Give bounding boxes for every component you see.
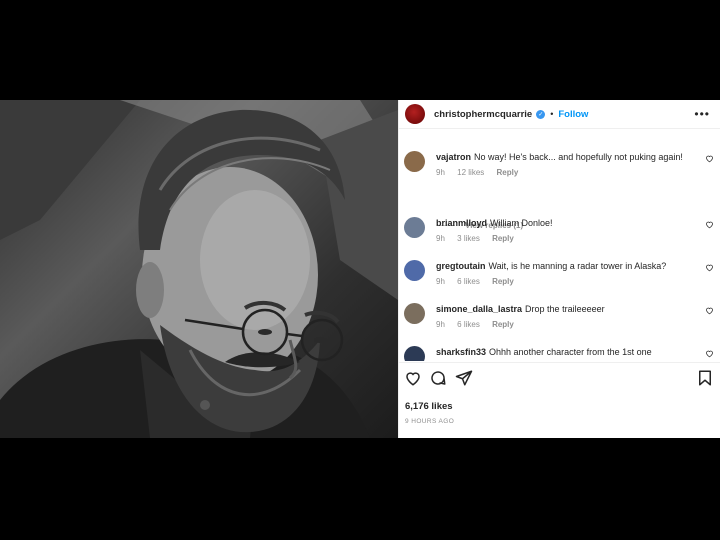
action-bar <box>399 362 720 393</box>
separator-dot: • <box>550 109 554 119</box>
comment-item: sharksfin33 Ohhh another character from t… <box>404 346 714 361</box>
comment-text: Drop the traileeeeer <box>525 304 605 314</box>
heart-icon[interactable] <box>404 369 422 387</box>
author-avatar[interactable] <box>405 104 425 124</box>
author-username[interactable]: christophermcquarrie <box>434 109 532 120</box>
comment-item: gregtoutain Wait, is he manning a radar t… <box>404 260 714 294</box>
reply-button[interactable]: Reply <box>492 320 514 329</box>
comment-item: simone_dalla_lastra Drop the traileeeeer … <box>404 303 714 337</box>
comment-likes[interactable]: 6 likes <box>457 277 480 286</box>
comment-line: simone_dalla_lastra Drop the traileeeeer <box>436 303 692 315</box>
comment-text: Ohhh another character from the 1st one <box>489 347 652 357</box>
likes-count[interactable]: 6,176 likes <box>405 401 453 412</box>
bookmark-icon[interactable] <box>696 369 714 387</box>
comment-age: 9h <box>436 320 445 329</box>
comment-item: brianmlloyd William Donloe! 9h 3 likes Re… <box>404 217 714 251</box>
post-photo[interactable] <box>0 100 398 438</box>
heart-icon[interactable] <box>705 263 714 272</box>
commenter-avatar[interactable] <box>404 260 425 281</box>
verified-badge-icon: ✓ <box>536 109 546 119</box>
post-timestamp: 9 HOURS AGO <box>405 418 455 425</box>
comment-age: 9h <box>436 168 445 177</box>
comment-age: 9h <box>436 277 445 286</box>
heart-icon[interactable] <box>705 220 714 229</box>
heart-icon[interactable] <box>705 349 714 358</box>
comment-username[interactable]: vajatron <box>436 152 471 162</box>
comment-meta: 9h 12 likes Reply <box>436 168 692 177</box>
comment-age: 9h <box>436 234 445 243</box>
heart-icon[interactable] <box>705 154 714 163</box>
paper-plane-icon[interactable] <box>455 369 473 387</box>
comment-line: vajatron No way! He's back... and hopeful… <box>436 151 692 163</box>
comment-likes[interactable]: 12 likes <box>457 168 484 177</box>
commenter-avatar[interactable] <box>404 151 425 172</box>
reply-button[interactable]: Reply <box>492 277 514 286</box>
more-options-icon[interactable]: ••• <box>694 107 710 121</box>
reply-button[interactable]: Reply <box>497 168 519 177</box>
comment-meta: 9h 3 likes Reply <box>436 234 692 243</box>
post-header: christophermcquarrie ✓ • Follow ••• <box>399 100 720 129</box>
reply-button[interactable]: Reply <box>492 234 514 243</box>
comment-line: brianmlloyd William Donloe! <box>436 217 692 229</box>
commenter-avatar[interactable] <box>404 303 425 324</box>
commenter-avatar[interactable] <box>404 346 425 361</box>
comment-line: sharksfin33 Ohhh another character from t… <box>436 346 692 358</box>
comment-username[interactable]: brianmlloyd <box>436 218 487 228</box>
post-sidebar: christophermcquarrie ✓ • Follow ••• vaja… <box>398 100 720 438</box>
comment-text: No way! He's back... and hopefully not p… <box>474 152 683 162</box>
comment-username[interactable]: simone_dalla_lastra <box>436 304 522 314</box>
comment-likes[interactable]: 3 likes <box>457 234 480 243</box>
comment-item: vajatron No way! He's back... and hopeful… <box>404 151 714 191</box>
comment-text: Wait, is he manning a radar tower in Ala… <box>488 261 667 271</box>
comment-text: William Donloe! <box>490 218 553 228</box>
portrait-illustration <box>0 100 398 438</box>
comment-username[interactable]: sharksfin33 <box>436 347 486 357</box>
comment-likes[interactable]: 6 likes <box>457 320 480 329</box>
comment-meta: 9h 6 likes Reply <box>436 320 692 329</box>
comments-list[interactable]: vajatron No way! He's back... and hopeful… <box>399 129 720 361</box>
instagram-post: christophermcquarrie ✓ • Follow ••• vaja… <box>0 100 720 438</box>
comment-username[interactable]: gregtoutain <box>436 261 486 271</box>
commenter-avatar[interactable] <box>404 217 425 238</box>
comment-meta: 9h 6 likes Reply <box>436 277 692 286</box>
comment-line: gregtoutain Wait, is he manning a radar t… <box>436 260 692 272</box>
follow-button[interactable]: Follow <box>558 109 588 120</box>
heart-icon[interactable] <box>705 306 714 315</box>
comment-bubble-icon[interactable] <box>429 369 447 387</box>
